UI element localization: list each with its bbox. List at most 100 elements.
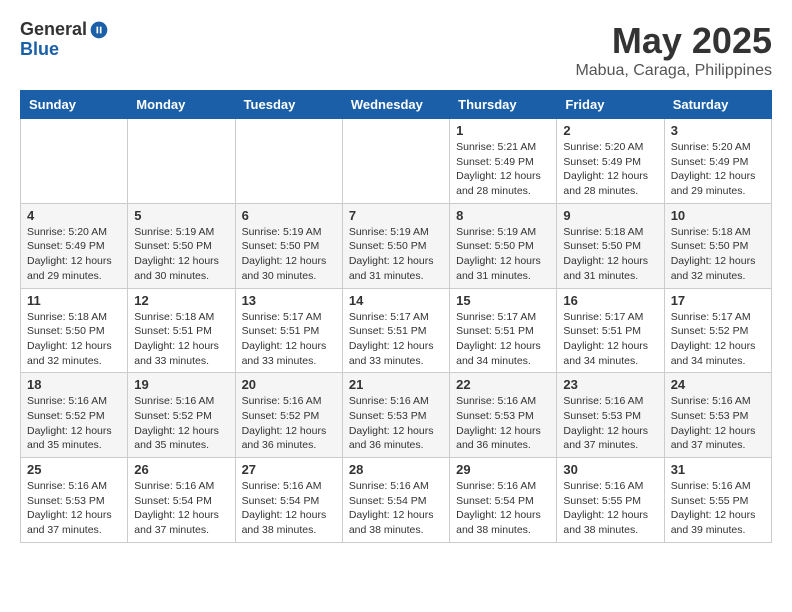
calendar-cell: 18 Sunrise: 5:16 AM Sunset: 5:52 PM Dayli… — [21, 373, 128, 458]
header-saturday: Saturday — [664, 91, 771, 119]
calendar-cell: 10Sunrise: 5:18 AM Sunset: 5:50 PM Dayli… — [664, 203, 771, 288]
day-info: Sunrise: 5:16 AM Sunset: 5:53 PM Dayligh… — [671, 394, 765, 453]
day-number: 28 — [349, 462, 443, 477]
calendar-cell: 26Sunrise: 5:16 AM Sunset: 5:54 PM Dayli… — [128, 458, 235, 543]
header-sunday: Sunday — [21, 91, 128, 119]
calendar-cell: 30 Sunrise: 5:16 AM Sunset: 5:55 PM Dayli… — [557, 458, 664, 543]
day-info: Sunrise: 5:19 AM Sunset: 5:50 PM Dayligh… — [134, 225, 228, 284]
day-number: 29 — [456, 462, 550, 477]
calendar-cell: 20Sunrise: 5:16 AM Sunset: 5:52 PM Dayli… — [235, 373, 342, 458]
day-number: 21 — [349, 377, 443, 392]
day-info: Sunrise: 5:16 AM Sunset: 5:54 PM Dayligh… — [242, 479, 336, 538]
day-number: 30 — [563, 462, 657, 477]
day-info: Sunrise: 5:16 AM Sunset: 5:52 PM Dayligh… — [134, 394, 228, 453]
day-info: Sunrise: 5:20 AM Sunset: 5:49 PM Dayligh… — [563, 140, 657, 199]
day-info: Sunrise: 5:17 AM Sunset: 5:52 PM Dayligh… — [671, 310, 765, 369]
calendar-cell: 14Sunrise: 5:17 AM Sunset: 5:51 PM Dayli… — [342, 288, 449, 373]
calendar-cell: 29 Sunrise: 5:16 AM Sunset: 5:54 PM Dayli… — [450, 458, 557, 543]
day-number: 27 — [242, 462, 336, 477]
calendar-cell: 1 Sunrise: 5:21 AM Sunset: 5:49 PM Daylig… — [450, 119, 557, 204]
calendar-week-row: 11 Sunrise: 5:18 AM Sunset: 5:50 PM Dayli… — [21, 288, 772, 373]
day-info: Sunrise: 5:18 AM Sunset: 5:50 PM Dayligh… — [671, 225, 765, 284]
calendar-cell — [128, 119, 235, 204]
day-number: 5 — [134, 208, 228, 223]
day-info: Sunrise: 5:21 AM Sunset: 5:49 PM Dayligh… — [456, 140, 550, 199]
day-info: Sunrise: 5:17 AM Sunset: 5:51 PM Dayligh… — [456, 310, 550, 369]
day-info: Sunrise: 5:16 AM Sunset: 5:53 PM Dayligh… — [27, 479, 121, 538]
day-number: 3 — [671, 123, 765, 138]
header-monday: Monday — [128, 91, 235, 119]
header-tuesday: Tuesday — [235, 91, 342, 119]
day-number: 12 — [134, 293, 228, 308]
calendar-cell: 19Sunrise: 5:16 AM Sunset: 5:52 PM Dayli… — [128, 373, 235, 458]
day-info: Sunrise: 5:19 AM Sunset: 5:50 PM Dayligh… — [456, 225, 550, 284]
calendar-cell: 25 Sunrise: 5:16 AM Sunset: 5:53 PM Dayli… — [21, 458, 128, 543]
logo-icon — [89, 20, 109, 40]
calendar-cell — [342, 119, 449, 204]
title-area: May 2025 Mabua, Caraga, Philippines — [575, 20, 772, 80]
header-friday: Friday — [557, 91, 664, 119]
day-number: 8 — [456, 208, 550, 223]
day-info: Sunrise: 5:16 AM Sunset: 5:54 PM Dayligh… — [456, 479, 550, 538]
day-number: 1 — [456, 123, 550, 138]
calendar-cell: 17 Sunrise: 5:17 AM Sunset: 5:52 PM Dayli… — [664, 288, 771, 373]
logo-blue-text: Blue — [20, 40, 109, 60]
subtitle: Mabua, Caraga, Philippines — [575, 62, 772, 80]
calendar-cell: 2 Sunrise: 5:20 AM Sunset: 5:49 PM Daylig… — [557, 119, 664, 204]
day-info: Sunrise: 5:16 AM Sunset: 5:53 PM Dayligh… — [456, 394, 550, 453]
day-info: Sunrise: 5:16 AM Sunset: 5:54 PM Dayligh… — [134, 479, 228, 538]
day-info: Sunrise: 5:16 AM Sunset: 5:54 PM Dayligh… — [349, 479, 443, 538]
calendar-week-row: 4 Sunrise: 5:20 AM Sunset: 5:49 PM Daylig… — [21, 203, 772, 288]
calendar-cell: 31Sunrise: 5:16 AM Sunset: 5:55 PM Dayli… — [664, 458, 771, 543]
calendar-cell: 6 Sunrise: 5:19 AM Sunset: 5:50 PM Daylig… — [235, 203, 342, 288]
calendar-cell: 27 Sunrise: 5:16 AM Sunset: 5:54 PM Dayli… — [235, 458, 342, 543]
logo-general-text: General — [20, 20, 87, 40]
calendar-week-row: 25 Sunrise: 5:16 AM Sunset: 5:53 PM Dayli… — [21, 458, 772, 543]
calendar-cell — [21, 119, 128, 204]
calendar-cell: 21 Sunrise: 5:16 AM Sunset: 5:53 PM Dayli… — [342, 373, 449, 458]
day-number: 4 — [27, 208, 121, 223]
calendar-cell: 9 Sunrise: 5:18 AM Sunset: 5:50 PM Daylig… — [557, 203, 664, 288]
day-info: Sunrise: 5:16 AM Sunset: 5:55 PM Dayligh… — [563, 479, 657, 538]
day-info: Sunrise: 5:16 AM Sunset: 5:53 PM Dayligh… — [349, 394, 443, 453]
day-number: 25 — [27, 462, 121, 477]
day-info: Sunrise: 5:16 AM Sunset: 5:52 PM Dayligh… — [27, 394, 121, 453]
header-wednesday: Wednesday — [342, 91, 449, 119]
calendar-cell: 5 Sunrise: 5:19 AM Sunset: 5:50 PM Daylig… — [128, 203, 235, 288]
calendar-cell: 11 Sunrise: 5:18 AM Sunset: 5:50 PM Dayli… — [21, 288, 128, 373]
day-info: Sunrise: 5:20 AM Sunset: 5:49 PM Dayligh… — [27, 225, 121, 284]
day-info: Sunrise: 5:16 AM Sunset: 5:53 PM Dayligh… — [563, 394, 657, 453]
calendar-cell: 4 Sunrise: 5:20 AM Sunset: 5:49 PM Daylig… — [21, 203, 128, 288]
logo: General Blue — [20, 20, 109, 60]
day-info: Sunrise: 5:19 AM Sunset: 5:50 PM Dayligh… — [349, 225, 443, 284]
calendar-cell: 3 Sunrise: 5:20 AM Sunset: 5:49 PM Daylig… — [664, 119, 771, 204]
calendar-cell: 28 Sunrise: 5:16 AM Sunset: 5:54 PM Dayli… — [342, 458, 449, 543]
calendar-table: SundayMondayTuesdayWednesdayThursdayFrid… — [20, 90, 772, 543]
day-number: 11 — [27, 293, 121, 308]
calendar-cell: 13 Sunrise: 5:17 AM Sunset: 5:51 PM Dayli… — [235, 288, 342, 373]
calendar-cell: 12Sunrise: 5:18 AM Sunset: 5:51 PM Dayli… — [128, 288, 235, 373]
day-number: 17 — [671, 293, 765, 308]
day-info: Sunrise: 5:19 AM Sunset: 5:50 PM Dayligh… — [242, 225, 336, 284]
day-number: 6 — [242, 208, 336, 223]
header: General Blue May 2025 Mabua, Caraga, Phi… — [20, 20, 772, 80]
calendar-cell — [235, 119, 342, 204]
calendar-week-row: 18 Sunrise: 5:16 AM Sunset: 5:52 PM Dayli… — [21, 373, 772, 458]
day-number: 18 — [27, 377, 121, 392]
calendar-cell: 24Sunrise: 5:16 AM Sunset: 5:53 PM Dayli… — [664, 373, 771, 458]
day-number: 13 — [242, 293, 336, 308]
day-info: Sunrise: 5:20 AM Sunset: 5:49 PM Dayligh… — [671, 140, 765, 199]
day-info: Sunrise: 5:18 AM Sunset: 5:50 PM Dayligh… — [27, 310, 121, 369]
calendar-cell: 22Sunrise: 5:16 AM Sunset: 5:53 PM Dayli… — [450, 373, 557, 458]
day-info: Sunrise: 5:17 AM Sunset: 5:51 PM Dayligh… — [563, 310, 657, 369]
day-number: 2 — [563, 123, 657, 138]
day-info: Sunrise: 5:17 AM Sunset: 5:51 PM Dayligh… — [242, 310, 336, 369]
day-number: 15 — [456, 293, 550, 308]
day-info: Sunrise: 5:16 AM Sunset: 5:52 PM Dayligh… — [242, 394, 336, 453]
day-info: Sunrise: 5:17 AM Sunset: 5:51 PM Dayligh… — [349, 310, 443, 369]
calendar-cell: 15 Sunrise: 5:17 AM Sunset: 5:51 PM Dayli… — [450, 288, 557, 373]
day-number: 23 — [563, 377, 657, 392]
day-info: Sunrise: 5:18 AM Sunset: 5:50 PM Dayligh… — [563, 225, 657, 284]
calendar-header-row: SundayMondayTuesdayWednesdayThursdayFrid… — [21, 91, 772, 119]
day-number: 9 — [563, 208, 657, 223]
